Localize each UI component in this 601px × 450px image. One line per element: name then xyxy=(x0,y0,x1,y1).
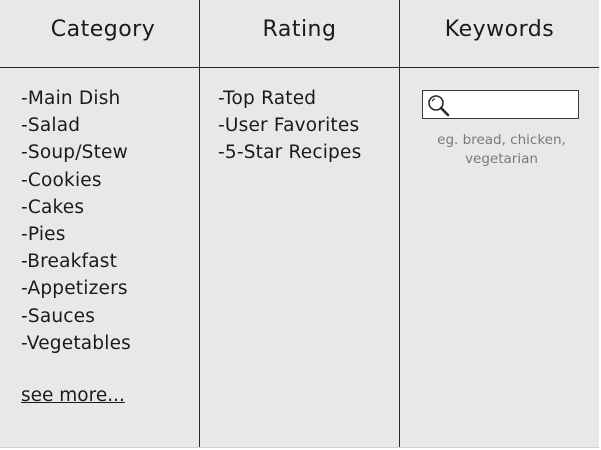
keyword-search-input[interactable] xyxy=(451,94,573,115)
keyword-search-box[interactable] xyxy=(422,90,579,119)
category-list: -Main Dish -Salad -Soup/Stew -Cookies -C… xyxy=(21,85,131,357)
category-item-vegetables[interactable]: -Vegetables xyxy=(21,330,131,357)
keyword-hint: eg. bread, chicken, vegetarian xyxy=(437,132,566,167)
rating-header: Rating xyxy=(262,17,337,42)
see-more-link[interactable]: see more... xyxy=(21,385,125,406)
keywords-header: Keywords xyxy=(444,17,555,42)
category-header: Category xyxy=(50,17,156,42)
rating-item-5-star[interactable]: -5-Star Recipes xyxy=(218,139,361,166)
recipe-filter-panel: Category Rating Keywords -Main Dish -Sal… xyxy=(0,0,599,448)
search-icon xyxy=(428,95,450,117)
rating-item-top-rated[interactable]: -Top Rated xyxy=(218,85,361,112)
category-item-soup-stew[interactable]: -Soup/Stew xyxy=(21,139,131,166)
category-item-appetizers[interactable]: -Appetizers xyxy=(21,275,131,302)
category-item-breakfast[interactable]: -Breakfast xyxy=(21,248,131,275)
category-item-salad[interactable]: -Salad xyxy=(21,112,131,139)
category-item-cookies[interactable]: -Cookies xyxy=(21,167,131,194)
category-item-main-dish[interactable]: -Main Dish xyxy=(21,85,131,112)
category-item-cakes[interactable]: -Cakes xyxy=(21,194,131,221)
category-item-pies[interactable]: -Pies xyxy=(21,221,131,248)
rating-list: -Top Rated -User Favorites -5-Star Recip… xyxy=(218,85,361,167)
rating-item-user-favorites[interactable]: -User Favorites xyxy=(218,112,361,139)
category-item-sauces[interactable]: -Sauces xyxy=(21,303,131,330)
header-divider xyxy=(0,67,599,68)
